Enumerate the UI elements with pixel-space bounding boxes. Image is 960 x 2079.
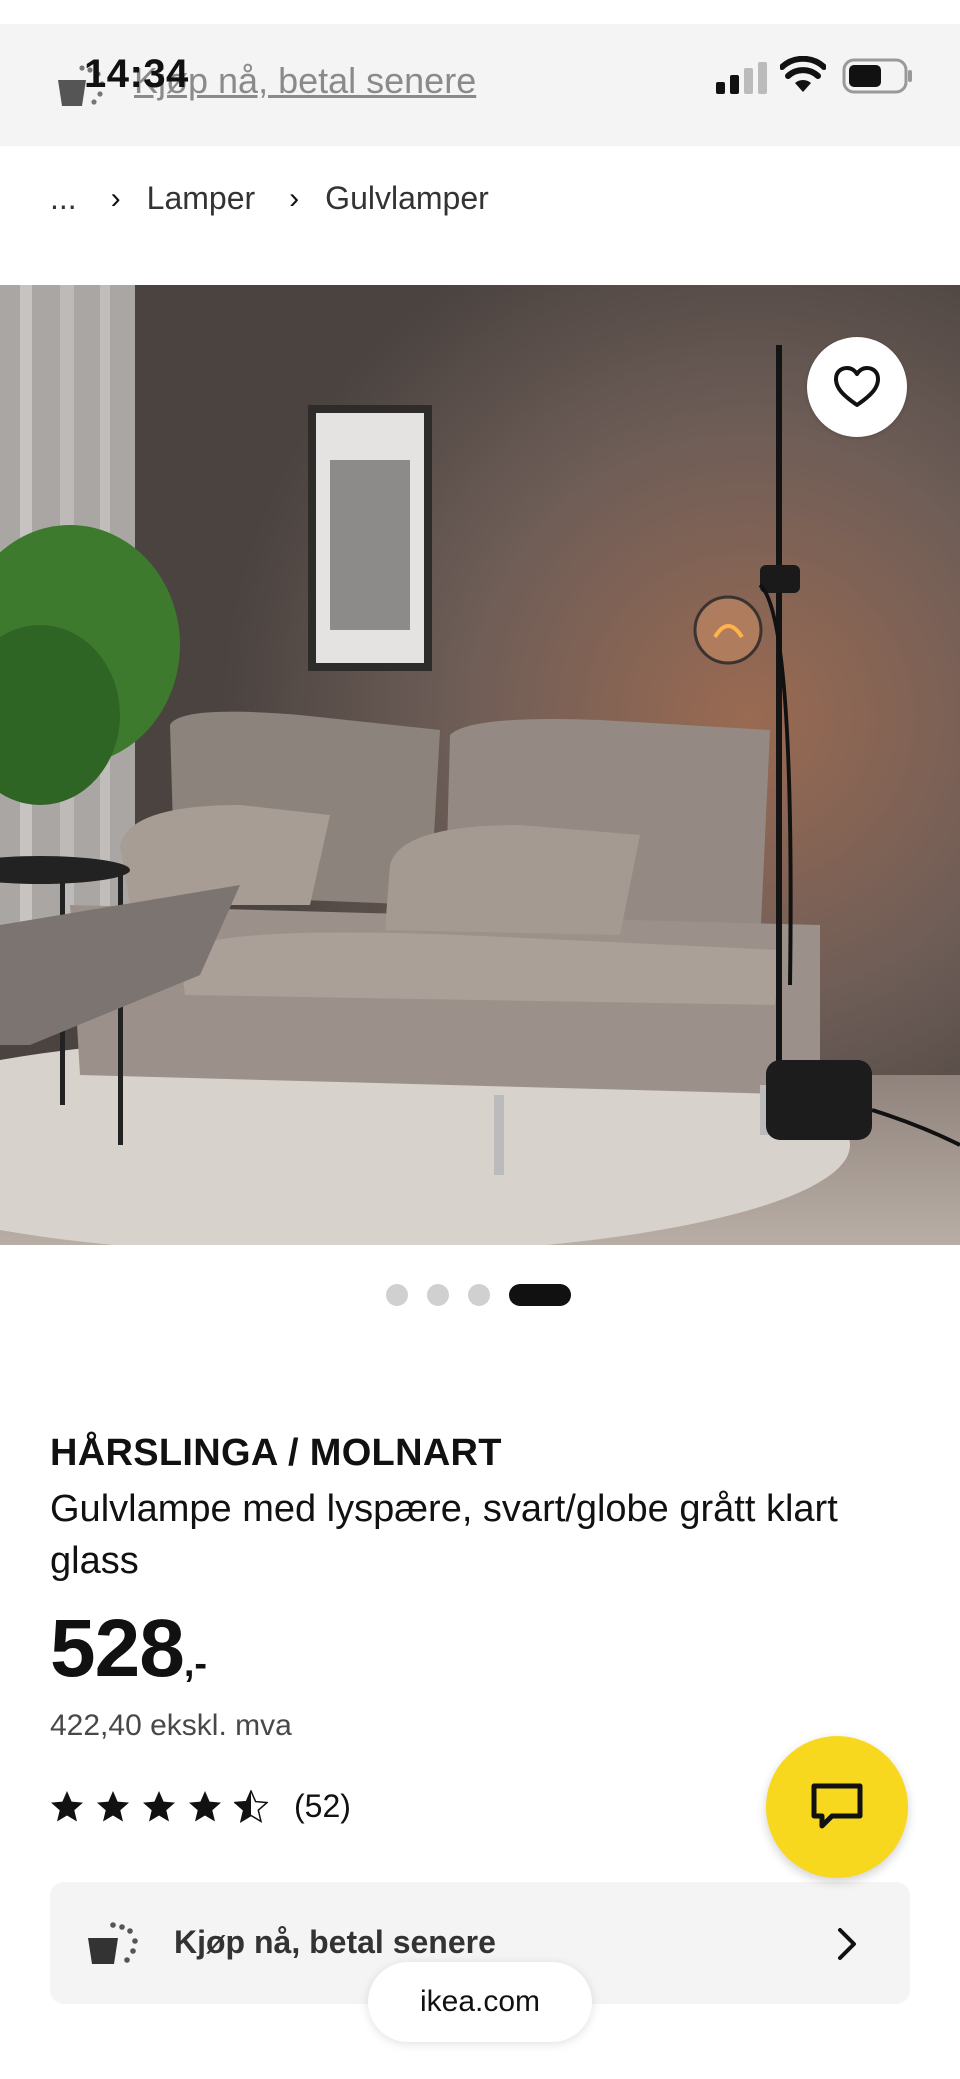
star-half-icon	[234, 1789, 268, 1823]
battery-icon	[842, 58, 912, 94]
product-rating[interactable]: (52)	[50, 1788, 351, 1825]
chevron-right-icon	[838, 1928, 856, 1960]
browser-url-pill[interactable]: ikea.com	[368, 1962, 592, 2042]
product-photo-illustration	[0, 285, 960, 1245]
breadcrumb-item-gulvlamper[interactable]: Gulvlamper	[325, 180, 489, 217]
star-full-icon	[189, 1790, 221, 1821]
product-description: Gulvlampe med lyspære, svart/globe grått…	[50, 1488, 838, 1582]
chat-bubble-icon	[811, 1783, 863, 1829]
payment-cart-icon	[88, 1922, 138, 1964]
breadcrumb-separator-icon: ›	[110, 181, 121, 215]
breadcrumb-separator-icon: ›	[289, 181, 300, 215]
star-full-icon	[97, 1790, 129, 1821]
star-full-icon	[51, 1790, 83, 1821]
heart-outline-icon	[834, 366, 880, 407]
breadcrumb-ellipsis[interactable]: ...	[50, 180, 77, 217]
price-amount: 528	[50, 1603, 185, 1694]
carousel-dot[interactable]	[386, 1284, 408, 1306]
favourite-button[interactable]	[807, 337, 907, 437]
rating-count: (52)	[294, 1788, 351, 1824]
carousel-dot-active[interactable]	[509, 1284, 571, 1306]
price-suffix: ,-	[183, 1643, 208, 1685]
product-image[interactable]	[0, 285, 960, 1245]
breadcrumb-item-lamper[interactable]: Lamper	[147, 180, 256, 217]
cellular-signal-icon	[716, 62, 767, 94]
price-excluding-vat: 422,40 ekskl. mva	[50, 1709, 292, 1742]
wifi-icon	[780, 56, 826, 92]
breadcrumb: ... › Lamper › Gulvlamper	[50, 180, 489, 217]
chat-button[interactable]	[766, 1736, 908, 1878]
carousel-dot[interactable]	[427, 1284, 449, 1306]
status-time: 14:34	[84, 52, 189, 96]
product-price: 528,-	[50, 1602, 207, 1696]
carousel-indicator	[386, 1284, 571, 1306]
product-name: HÅRSLINGA / MOLNART	[50, 1432, 502, 1474]
pay-later-label: Kjøp nå, betal senere	[174, 1924, 496, 1960]
star-full-icon	[143, 1790, 175, 1821]
carousel-dot[interactable]	[468, 1284, 490, 1306]
